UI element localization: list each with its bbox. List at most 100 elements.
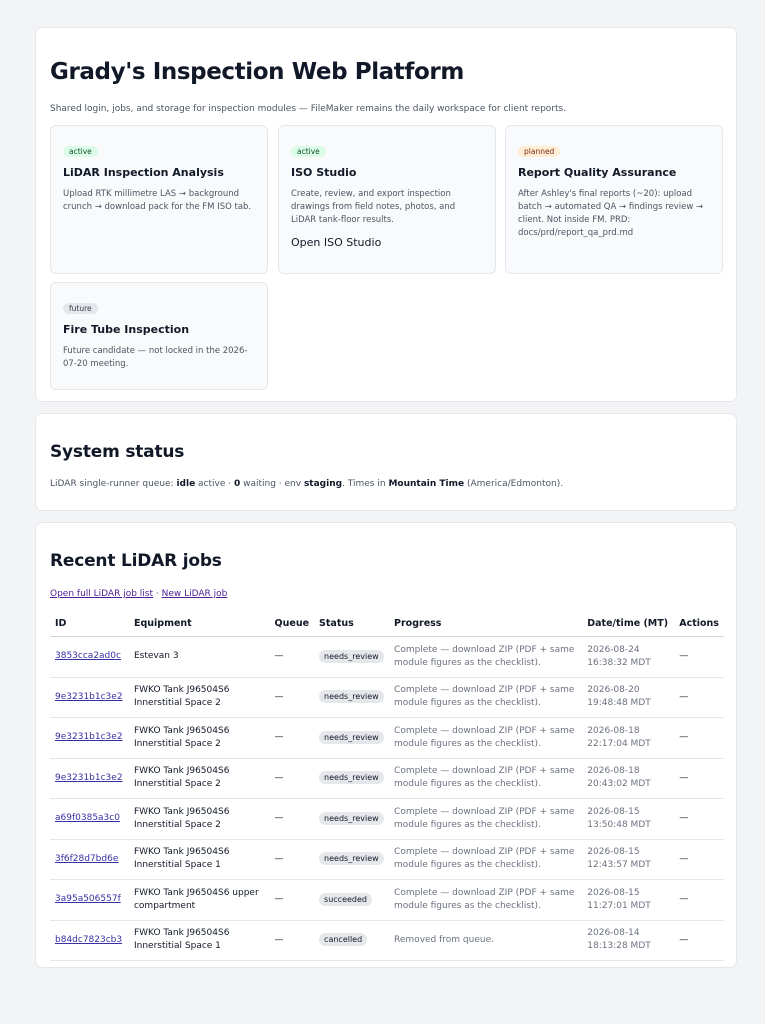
datetime-cell: 2026-08-18 22:17:04 MDT bbox=[582, 717, 675, 759]
queue-cell: — bbox=[269, 758, 315, 799]
job-id-link[interactable]: 9e3231b1c3e2 bbox=[55, 692, 123, 702]
actions-cell: — bbox=[674, 879, 724, 921]
datetime-cell: 2026-08-15 13:50:48 MDT bbox=[582, 798, 675, 840]
new-lidar-job-link[interactable]: New LiDAR job bbox=[162, 589, 228, 599]
equipment-cell: FWKO Tank J96504S6 Innerstitial Space 2 bbox=[128, 758, 270, 799]
datetime-cell: 2026-08-18 20:43:02 MDT bbox=[582, 758, 675, 799]
status-badge: needs_review bbox=[319, 852, 384, 866]
actions-cell: — bbox=[674, 839, 724, 880]
module-title: ISO Studio bbox=[291, 166, 357, 179]
module-card-fire-tube: future Fire Tube Inspection Future candi… bbox=[50, 282, 268, 390]
column-header-datetime: Date/time (MT) bbox=[582, 611, 675, 637]
recent-jobs-title: Recent LiDAR jobs bbox=[50, 551, 222, 571]
status-badge: needs_review bbox=[319, 811, 384, 825]
table-row: 3853cca2ad0c Estevan 3 — needs_review Co… bbox=[50, 636, 724, 678]
equipment-cell: FWKO Tank J96504S6 Innerstitial Space 1 bbox=[128, 839, 270, 880]
job-id-link[interactable]: b84dc7823cb3 bbox=[55, 935, 122, 945]
column-header-equipment: Equipment bbox=[128, 611, 270, 637]
system-status-text: LiDAR single-runner queue: idle active ·… bbox=[50, 479, 564, 489]
status-badge: active bbox=[63, 146, 98, 157]
status-badge: needs_review bbox=[319, 730, 384, 744]
module-description: After Ashley's final reports (~20): uplo… bbox=[518, 189, 704, 238]
table-row: 3a95a506557f FWKO Tank J96504S6 upper co… bbox=[50, 879, 724, 921]
page-subtitle: Shared login, jobs, and storage for insp… bbox=[50, 104, 567, 114]
progress-cell: Removed from queue. bbox=[389, 920, 583, 961]
equipment-cell: Estevan 3 bbox=[128, 636, 270, 678]
module-card-iso-studio: active ISO Studio Create, review, and ex… bbox=[278, 125, 496, 274]
job-id-link[interactable]: 3f6f28d7bd6e bbox=[55, 854, 118, 864]
module-title: Fire Tube Inspection bbox=[63, 323, 190, 336]
table-header-row: ID Equipment Queue Status Progress Date/… bbox=[50, 611, 724, 637]
datetime-cell: 2026-08-14 18:13:28 MDT bbox=[582, 920, 675, 961]
actions-cell: — bbox=[674, 920, 724, 961]
progress-cell: Complete — download ZIP (PDF + same modu… bbox=[389, 879, 583, 921]
module-description: Create, review, and export inspection dr… bbox=[291, 189, 456, 225]
jobs-table: ID Equipment Queue Status Progress Date/… bbox=[50, 611, 724, 961]
datetime-cell: 2026-08-20 19:48:48 MDT bbox=[582, 677, 675, 718]
actions-cell: — bbox=[674, 798, 724, 840]
queue-cell: — bbox=[269, 717, 315, 759]
open-full-job-list-link[interactable]: Open full LiDAR job list bbox=[50, 589, 153, 599]
progress-cell: Complete — download ZIP (PDF + same modu… bbox=[389, 758, 583, 799]
status-badge: planned bbox=[518, 146, 561, 157]
datetime-cell: 2026-08-15 11:27:01 MDT bbox=[582, 879, 675, 921]
datetime-cell: 2026-08-15 12:43:57 MDT bbox=[582, 839, 675, 880]
queue-state: idle bbox=[176, 479, 196, 489]
queue-cell: — bbox=[269, 839, 315, 880]
module-title: Report Quality Assurance bbox=[518, 166, 677, 179]
timezone-name: Mountain Time bbox=[388, 479, 465, 489]
job-id-link[interactable]: 9e3231b1c3e2 bbox=[55, 732, 123, 742]
job-id-link[interactable]: 9e3231b1c3e2 bbox=[55, 773, 123, 783]
platform-panel: Grady's Inspection Web Platform Shared l… bbox=[35, 27, 737, 402]
status-badge: needs_review bbox=[319, 771, 384, 785]
module-title: LiDAR Inspection Analysis bbox=[63, 166, 224, 179]
status-badge: cancelled bbox=[319, 933, 368, 947]
status-badge: active bbox=[291, 146, 326, 157]
progress-cell: Complete — download ZIP (PDF + same modu… bbox=[389, 839, 583, 880]
table-row: a69f0385a3c0 FWKO Tank J96504S6 Innersti… bbox=[50, 798, 724, 840]
module-description: Future candidate — not locked in the 202… bbox=[63, 346, 248, 369]
status-badge: future bbox=[63, 303, 98, 314]
actions-cell: — bbox=[674, 677, 724, 718]
queue-cell: — bbox=[269, 798, 315, 840]
queue-cell: — bbox=[269, 636, 315, 678]
environment-name: staging bbox=[303, 479, 343, 489]
actions-cell: — bbox=[674, 758, 724, 799]
system-status-title: System status bbox=[50, 442, 185, 462]
column-header-id: ID bbox=[50, 611, 129, 637]
module-description: Upload RTK millimetre LAS → background c… bbox=[63, 189, 252, 212]
progress-cell: Complete — download ZIP (PDF + same modu… bbox=[389, 798, 583, 840]
column-header-status: Status bbox=[314, 611, 390, 637]
progress-cell: Complete — download ZIP (PDF + same modu… bbox=[389, 636, 583, 678]
progress-cell: Complete — download ZIP (PDF + same modu… bbox=[389, 677, 583, 718]
system-status-panel: System status LiDAR single-runner queue:… bbox=[35, 413, 737, 511]
equipment-cell: FWKO Tank J96504S6 Innerstitial Space 1 bbox=[128, 920, 270, 961]
job-id-link[interactable]: a69f0385a3c0 bbox=[55, 813, 120, 823]
equipment-cell: FWKO Tank J96504S6 Innerstitial Space 2 bbox=[128, 677, 270, 718]
recent-jobs-panel: Recent LiDAR jobs Open full LiDAR job li… bbox=[35, 522, 737, 968]
datetime-cell: 2026-08-24 16:38:32 MDT bbox=[582, 636, 675, 678]
queue-cell: — bbox=[269, 677, 315, 718]
jobs-links: Open full LiDAR job list · New LiDAR job bbox=[50, 589, 228, 599]
column-header-progress: Progress bbox=[389, 611, 583, 637]
queue-cell: — bbox=[269, 920, 315, 961]
module-card-lidar[interactable]: active LiDAR Inspection Analysis Upload … bbox=[50, 125, 268, 274]
actions-cell: — bbox=[674, 717, 724, 759]
open-iso-studio-link[interactable]: Open ISO Studio bbox=[291, 236, 483, 249]
equipment-cell: FWKO Tank J96504S6 Innerstitial Space 2 bbox=[128, 798, 270, 840]
page-title: Grady's Inspection Web Platform bbox=[50, 59, 464, 85]
table-row: b84dc7823cb3 FWKO Tank J96504S6 Innersti… bbox=[50, 920, 724, 961]
table-row: 9e3231b1c3e2 FWKO Tank J96504S6 Innersti… bbox=[50, 717, 724, 759]
table-row: 3f6f28d7bd6e FWKO Tank J96504S6 Innersti… bbox=[50, 839, 724, 880]
column-header-queue: Queue bbox=[269, 611, 315, 637]
table-row: 9e3231b1c3e2 FWKO Tank J96504S6 Innersti… bbox=[50, 677, 724, 718]
status-badge: needs_review bbox=[319, 649, 384, 663]
status-badge: needs_review bbox=[319, 690, 384, 704]
progress-cell: Complete — download ZIP (PDF + same modu… bbox=[389, 717, 583, 759]
queue-cell: — bbox=[269, 879, 315, 921]
equipment-cell: FWKO Tank J96504S6 Innerstitial Space 2 bbox=[128, 717, 270, 759]
status-badge: succeeded bbox=[319, 892, 373, 906]
equipment-cell: FWKO Tank J96504S6 upper compartment bbox=[128, 879, 270, 921]
job-id-link[interactable]: 3a95a506557f bbox=[55, 894, 121, 904]
job-id-link[interactable]: 3853cca2ad0c bbox=[55, 651, 121, 661]
